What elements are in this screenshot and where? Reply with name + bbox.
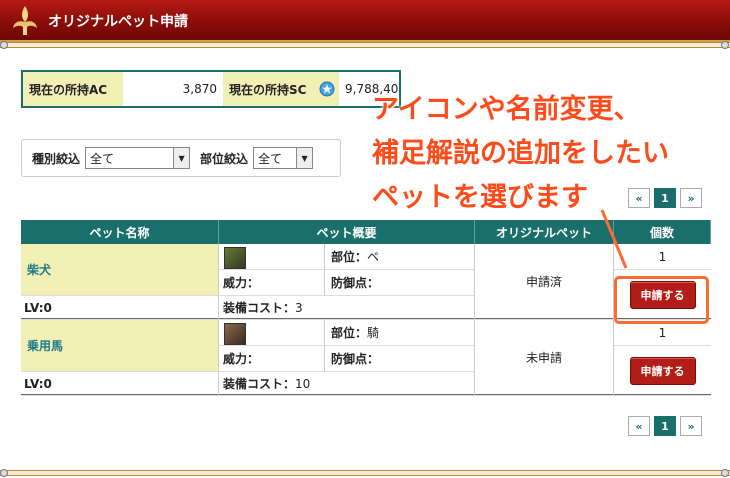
pet-thumb-cell [219, 244, 325, 270]
cost-label: 装備コスト： [223, 301, 296, 315]
sc-label-cell: 現在の所持SC [223, 72, 339, 106]
pet-cost: 装備コスト： 10 [219, 372, 475, 396]
rail-rivet-icon [0, 41, 8, 49]
pet-thumbnail-icon [224, 247, 246, 269]
pet-defense: 防御点： [325, 346, 475, 372]
pet-thumbnail-icon [224, 323, 246, 345]
next-page-button[interactable]: » [680, 188, 702, 208]
table-row: 乗用馬 LV:0 部位： 騎 威力： 防御点： 装備コスト： 10 未申請 1 … [21, 320, 711, 396]
dropdown-arrow-icon[interactable]: ▼ [296, 148, 313, 168]
current-page[interactable]: 1 [654, 416, 676, 436]
pet-part: 部位： ペ [325, 244, 475, 270]
currency-box: 現在の所持AC 3,870 現在の所持SC 9,788,400 [21, 70, 401, 108]
cost-label: 装備コスト： [223, 377, 296, 391]
power-label: 威力： [223, 352, 260, 366]
cost-value: 3 [295, 300, 303, 315]
fleur-emblem-icon [13, 6, 37, 35]
dropdown-arrow-icon[interactable]: ▼ [173, 148, 190, 168]
defense-label: 防御点： [331, 352, 380, 366]
power-label: 威力： [223, 276, 260, 290]
type-filter-value: 全て [90, 151, 115, 166]
pet-power: 威力： [219, 270, 325, 296]
rail-rivet-icon [0, 469, 8, 477]
type-filter-label: 種別絞込 [32, 151, 81, 166]
original-pet-status: 未申請 [475, 320, 614, 396]
pet-cost: 装備コスト： 3 [219, 296, 475, 320]
part-filter-label: 部位絞込 [200, 151, 249, 166]
sc-coin-icon [319, 81, 335, 97]
annotation-arrow-icon [600, 209, 628, 269]
annotation-line: 補足解説の追加をしたい [372, 138, 669, 169]
rail-rivet-icon [721, 469, 729, 477]
part-filter-value: 全て [258, 151, 283, 166]
pet-name[interactable]: 柴犬 [21, 244, 219, 296]
original-pet-status: 申請済 [475, 244, 614, 320]
part-value: ペ [367, 250, 380, 264]
rail-rivet-icon [721, 41, 729, 49]
prev-page-button[interactable]: « [628, 416, 650, 436]
type-filter-select[interactable]: 全て ▼ [85, 147, 191, 169]
next-page-button[interactable]: » [680, 416, 702, 436]
pet-thumb-cell [219, 320, 325, 346]
sc-label: 現在の所持SC [229, 82, 307, 97]
defense-label: 防御点： [331, 276, 380, 290]
annotation-line: アイコンや名前変更、 [372, 94, 641, 125]
part-label: 部位： [331, 250, 368, 264]
pet-defense: 防御点： [325, 270, 475, 296]
header-rail [0, 41, 730, 49]
pet-part: 部位： 騎 [325, 320, 475, 346]
header-pet-summary: ペット概要 [219, 220, 475, 244]
page-title: オリジナルペット申請 [48, 14, 188, 30]
pet-name[interactable]: 乗用馬 [21, 320, 219, 372]
pet-power: 威力： [219, 346, 325, 372]
ac-value: 3,870 [123, 72, 223, 106]
part-label: 部位： [331, 326, 368, 340]
part-value: 騎 [367, 326, 380, 340]
cost-value: 10 [295, 376, 311, 391]
apply-cell: 申請する [614, 346, 711, 396]
header-original-pet: オリジナルペット [475, 220, 614, 244]
footer-rail [0, 469, 730, 477]
part-filter-select[interactable]: 全て ▼ [253, 147, 314, 169]
title-bar: オリジナルペット申請 [0, 0, 730, 42]
ac-label: 現在の所持AC [23, 72, 123, 106]
header-pet-name: ペット名称 [21, 220, 219, 244]
annotation-callout: アイコンや名前変更、 補足解説の追加をしたい ペットを選びます [372, 88, 669, 220]
pet-level: LV:0 [21, 296, 219, 320]
pet-level: LV:0 [21, 372, 219, 396]
apply-button[interactable]: 申請する [629, 356, 696, 385]
annotation-highlight-box [614, 276, 709, 324]
pagination-bottom: « 1 » [628, 416, 702, 436]
filter-box: 種別絞込 全て ▼ 部位絞込 全て ▼ [21, 139, 341, 177]
